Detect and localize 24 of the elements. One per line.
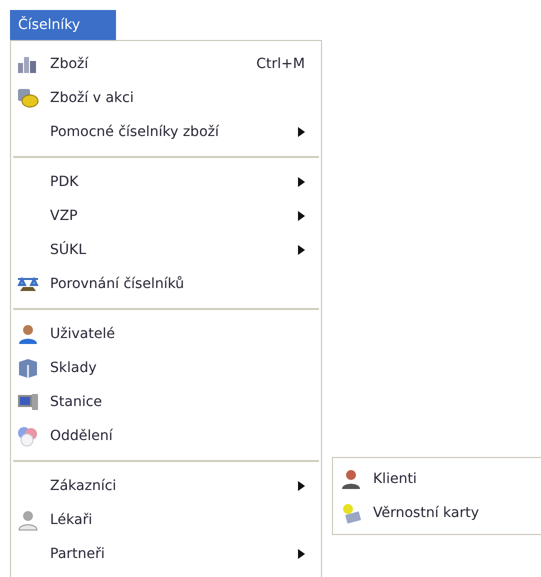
doctor-icon xyxy=(16,509,40,531)
menu-item[interactable]: Zboží Ctrl+M xyxy=(13,47,319,81)
coin-box-icon xyxy=(16,87,40,109)
menu-item[interactable]: Pomocné číselníky zboží xyxy=(13,115,319,149)
menu-item[interactable]: Uživatelé xyxy=(13,317,319,351)
menu-item[interactable]: Lékaři xyxy=(13,503,319,537)
menu-item[interactable]: VZP xyxy=(13,199,319,233)
menu-item[interactable]: Stanice xyxy=(13,385,319,419)
menu-item[interactable]: Zboží v akci xyxy=(13,81,319,115)
menu-item[interactable]: Oddělení xyxy=(13,419,319,453)
menu-item[interactable]: Porovnání číselníků xyxy=(13,267,319,301)
menu-item[interactable]: Zákazníci xyxy=(13,469,319,503)
computer-icon xyxy=(16,391,40,413)
menu-title[interactable]: Číselníky xyxy=(10,10,116,40)
user-icon xyxy=(339,468,363,490)
cube-icon xyxy=(16,357,40,379)
menu-item[interactable]: Věrnostní karty xyxy=(333,496,541,530)
menu-item[interactable]: Sklady xyxy=(13,351,319,385)
user-icon xyxy=(16,323,40,345)
menu-item[interactable]: PDK xyxy=(13,165,319,199)
circles-icon xyxy=(16,425,40,447)
menu-item[interactable]: Partneři xyxy=(13,537,319,571)
menu-item[interactable]: SÚKL xyxy=(13,233,319,267)
menu-item[interactable]: Klienti xyxy=(333,462,541,496)
